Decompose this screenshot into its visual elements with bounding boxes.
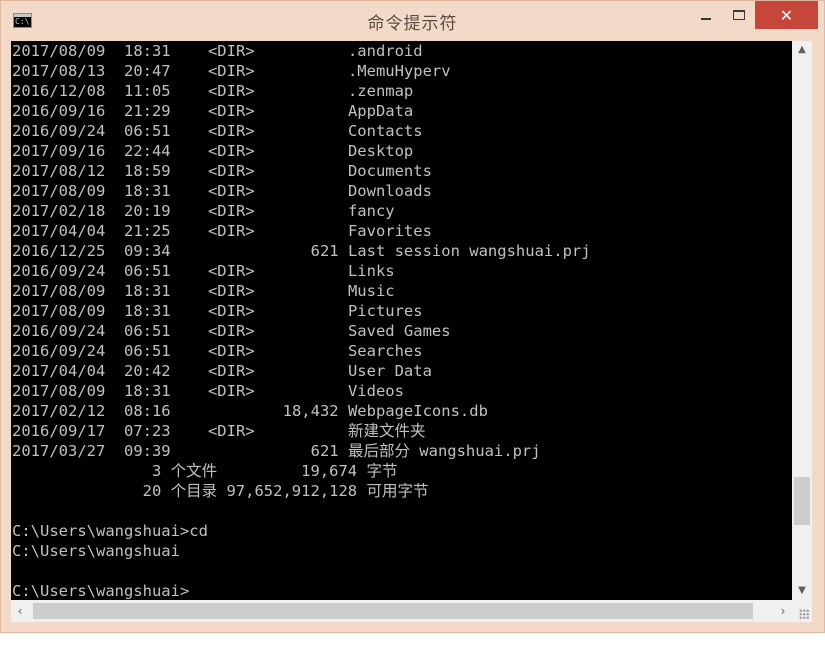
console-lines: 2017/08/09 18:31 <DIR> .android 2017/08/1… (12, 41, 591, 600)
console-line: C:\Users\wangshuai> (12, 582, 190, 600)
console-line: 2017/09/16 22:44 <DIR> Desktop (12, 142, 414, 160)
console-line: 2016/09/24 06:51 <DIR> Saved Games (12, 322, 451, 340)
console-line: 2017/08/13 20:47 <DIR> .MemuHyperv (12, 62, 451, 80)
console-output[interactable]: 2017/08/09 18:31 <DIR> .android 2017/08/1… (11, 41, 792, 600)
console-line: 2017/02/18 20:19 <DIR> fancy (12, 202, 395, 220)
vertical-scroll-thumb[interactable] (794, 477, 810, 525)
horizontal-scroll-thumb[interactable] (33, 603, 753, 619)
vertical-scrollbar[interactable]: ▲ ▼ (792, 41, 812, 600)
horizontal-scrollbar[interactable]: ‹ › (11, 600, 792, 622)
minimize-button[interactable] (689, 1, 723, 29)
cmd-window: C:\ 命令提示符 ✕ 2017/08/09 18:31 <DIR> .andr… (0, 0, 825, 633)
console-line: 2017/08/09 18:31 <DIR> .android (12, 42, 423, 60)
console-line: 2016/09/24 06:51 <DIR> Contacts (12, 122, 423, 140)
console-line: 2016/09/24 06:51 <DIR> Searches (12, 342, 423, 360)
console-line: 2017/08/09 18:31 <DIR> Music (12, 282, 395, 300)
minimize-icon (701, 18, 711, 20)
console-line: 2017/08/09 18:31 <DIR> Videos (12, 382, 404, 400)
resize-corner[interactable] (792, 600, 812, 622)
console-line: 3 个文件 19,674 字节 (12, 462, 398, 480)
maximize-button[interactable] (723, 1, 755, 29)
console-line: 2016/09/24 06:51 <DIR> Links (12, 262, 395, 280)
scroll-right-icon[interactable]: › (774, 600, 792, 622)
console-line: 2016/09/17 07:23 <DIR> 新建文件夹 (12, 422, 426, 440)
console-line: 2017/04/04 20:42 <DIR> User Data (12, 362, 432, 380)
maximize-icon (733, 10, 745, 20)
close-icon: ✕ (779, 5, 794, 25)
console-line: 2017/04/04 21:25 <DIR> Favorites (12, 222, 432, 240)
resize-grip-icon[interactable] (799, 609, 809, 619)
console-line: 20 个目录 97,652,912,128 可用字节 (12, 482, 429, 500)
console-line: 2017/08/09 18:31 <DIR> Pictures (12, 302, 423, 320)
console-line: 2017/08/09 18:31 <DIR> Downloads (12, 182, 432, 200)
console-line: 2016/09/16 21:29 <DIR> AppData (12, 102, 414, 120)
console-line: 2017/02/12 08:16 18,432 WebpageIcons.db (12, 402, 488, 420)
scroll-down-icon[interactable]: ▼ (792, 582, 812, 600)
scroll-left-icon[interactable]: ‹ (11, 600, 29, 622)
console-line: 2017/03/27 09:39 621 最后部分 wangshuai.prj (12, 442, 541, 460)
console-line: 2017/08/12 18:59 <DIR> Documents (12, 162, 432, 180)
title-bar[interactable]: C:\ 命令提示符 ✕ (1, 1, 824, 41)
console-line: C:\Users\wangshuai (12, 542, 180, 560)
console-line: 2016/12/08 11:05 <DIR> .zenmap (12, 82, 414, 100)
console-line: 2016/12/25 09:34 621 Last session wangsh… (12, 242, 591, 260)
close-button[interactable]: ✕ (755, 1, 818, 29)
scroll-up-icon[interactable]: ▲ (792, 41, 812, 59)
console-line: C:\Users\wangshuai>cd (12, 522, 208, 540)
